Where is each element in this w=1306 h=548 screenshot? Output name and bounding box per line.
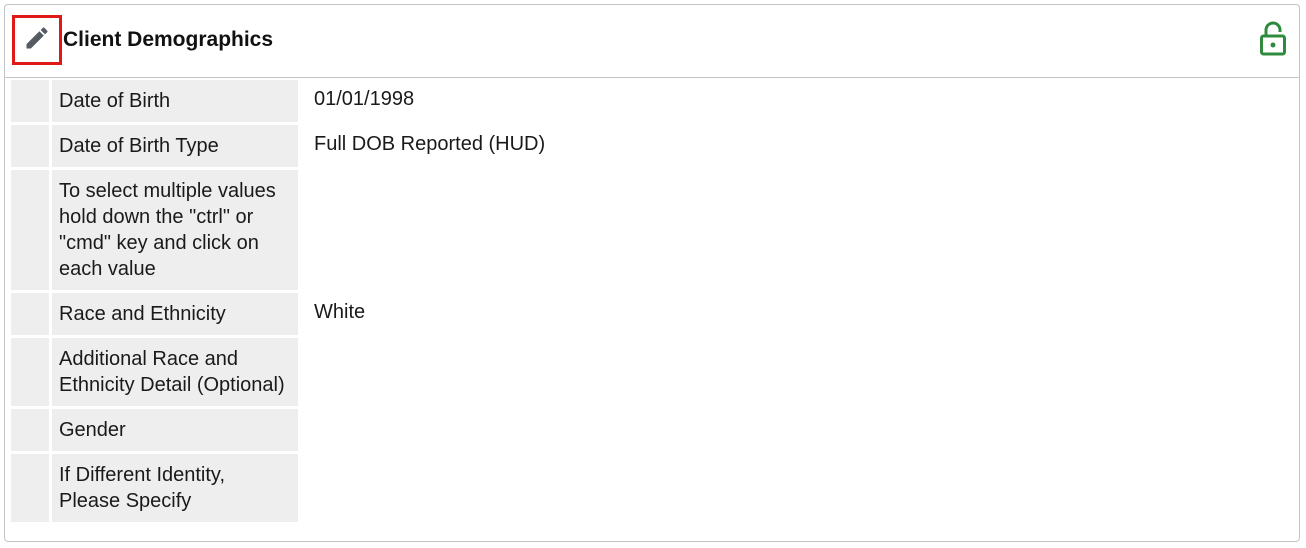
field-value: 01/01/1998 — [314, 88, 415, 110]
panel-title: Client Demographics — [63, 28, 274, 51]
unlocked-padlock-icon — [1259, 21, 1287, 62]
row-gutter — [11, 170, 49, 290]
field-value — [298, 409, 1299, 451]
field-row-dob-type: Date of Birth Type Full DOB Reported (HU… — [11, 125, 1299, 167]
pencil-icon — [23, 24, 51, 57]
panel-header: Client Demographics — [5, 5, 1299, 78]
lock-button[interactable] — [1259, 21, 1287, 62]
field-row-gender: Gender — [11, 409, 1299, 451]
field-label: Additional Race and Ethnicity Detail (Op… — [52, 338, 298, 406]
row-gutter — [11, 80, 49, 122]
demographics-fields: Date of Birth 01/01/1998 Date of Birth T… — [11, 80, 1299, 525]
row-gutter — [11, 409, 49, 451]
field-value — [298, 454, 1299, 522]
field-label: If Different Identity, Please Specify — [52, 454, 298, 522]
row-gutter — [11, 125, 49, 167]
row-gutter — [11, 338, 49, 406]
field-label: To select multiple values hold down the … — [52, 170, 298, 290]
client-demographics-panel: Client Demographics Date of Birth 01/01/… — [4, 4, 1300, 542]
field-label: Gender — [52, 409, 298, 451]
field-label: Race and Ethnicity — [52, 293, 298, 335]
field-value — [298, 170, 1299, 290]
field-row-different-identity: If Different Identity, Please Specify — [11, 454, 1299, 522]
field-label: Date of Birth — [52, 80, 298, 122]
field-row-additional-race-detail: Additional Race and Ethnicity Detail (Op… — [11, 338, 1299, 406]
field-row-race-ethnicity: Race and Ethnicity White — [11, 293, 1299, 335]
field-label: Date of Birth Type — [52, 125, 298, 167]
row-gutter — [11, 454, 49, 522]
field-row-dob: Date of Birth 01/01/1998 — [11, 80, 1299, 122]
field-value: White — [314, 301, 366, 323]
field-value — [298, 338, 1299, 406]
row-gutter — [11, 293, 49, 335]
edit-button[interactable] — [12, 15, 62, 65]
field-value: Full DOB Reported (HUD) — [314, 133, 546, 155]
field-row-multi-select-hint: To select multiple values hold down the … — [11, 170, 1299, 290]
